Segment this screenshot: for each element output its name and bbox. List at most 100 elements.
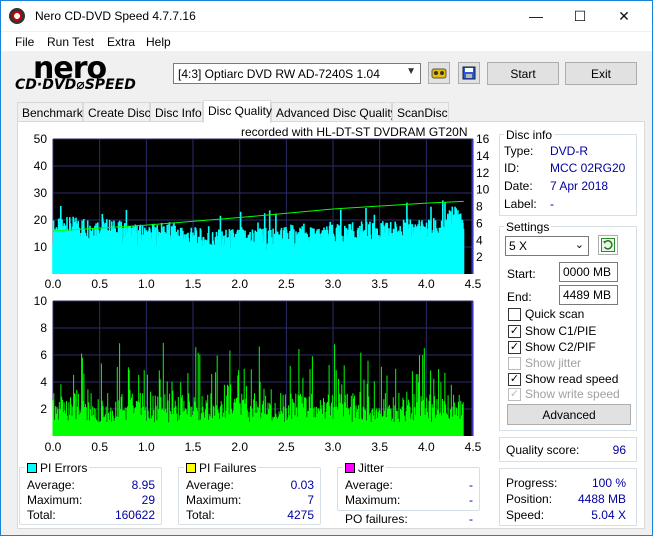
save-button[interactable] — [458, 62, 480, 84]
checkbox-box — [508, 307, 521, 321]
chart2-x-tick-label: 0.5 — [91, 440, 108, 454]
chart2-y-tick-label: 10 — [34, 294, 48, 308]
chart1-y-right-tick-label: 16 — [476, 132, 490, 146]
pi-failures-chart: 2 4 6 8 10 0.0 0.5 1.0 1.5 2.0 2.5 3.0 3.5 4.0 4.5 — [34, 294, 482, 454]
pi-errors-average-label: Average: — [27, 478, 75, 492]
start-mb-input[interactable]: 0000 MB — [559, 262, 618, 282]
menu-help[interactable]: Help — [146, 35, 171, 49]
eject-icon — [431, 68, 447, 79]
chart2-x-tick-label: 0.0 — [45, 440, 62, 454]
disc-date-value: 7 Apr 2018 — [550, 179, 609, 193]
chart1-x-tick-label: 0.5 — [91, 277, 108, 291]
chart1-x-tick-label: 1.0 — [138, 277, 155, 291]
chart2-y-tick-label: 2 — [40, 402, 47, 416]
drive-select[interactable]: [4:3] Optiarc DVD RW AD-7240S 1.04 ▼ — [173, 63, 421, 84]
show-c2-pif-checkbox[interactable]: ✓ Show C2/PIF — [508, 340, 596, 354]
pi-failures-legend: PI Failures — [184, 461, 259, 475]
disc-label-value: - — [550, 197, 554, 211]
chart1-x-tick-label: 0.0 — [45, 277, 62, 291]
pi-errors-maximum-value: 29 — [141, 493, 155, 507]
chart1-y-right-tick-label: 6 — [476, 216, 483, 230]
exit-button[interactable]: Exit — [565, 62, 637, 85]
chart1-y-right-tick-label: 10 — [476, 183, 490, 197]
disc-type-label: Type: — [504, 144, 534, 158]
menu-run-test[interactable]: Run Test — [47, 35, 94, 49]
show-write-speed-label: Show write speed — [525, 387, 620, 401]
chart2-x-tick-label: 3.5 — [371, 440, 388, 454]
show-c1-pie-checkbox[interactable]: ✓ Show C1/PIE — [508, 324, 596, 338]
advanced-button[interactable]: Advanced — [507, 404, 631, 425]
chart1-x-tick-label: 4.5 — [465, 277, 482, 291]
check-icon: ✓ — [508, 387, 521, 401]
tab-disc-quality[interactable]: Disc Quality — [203, 100, 272, 123]
show-read-speed-checkbox[interactable]: ✓ Show read speed — [508, 372, 618, 386]
progress-label: Progress: — [506, 476, 558, 490]
maximize-button[interactable]: ☐ — [557, 1, 603, 31]
chart1-y-right-tick-label: 2 — [476, 250, 483, 264]
jitter-maximum-label: Maximum: — [345, 493, 401, 507]
speed-select-value: 5 X — [509, 239, 528, 253]
chart1-x-tick-label: 3.0 — [325, 277, 342, 291]
check-icon: ✓ — [508, 372, 521, 386]
tab-create-disc[interactable]: Create Disc — [83, 102, 151, 122]
pi-errors-swatch — [27, 463, 37, 473]
quality-score-value: 96 — [612, 443, 626, 457]
pi-errors-chart: 10 20 30 40 50 2 4 6 8 10 12 14 16 0.0 0.5 1.0 1.5 2.0 2.5… — [34, 132, 490, 291]
pi-errors-legend: PI Errors — [25, 461, 90, 475]
show-jitter-label: Show jitter — [525, 356, 582, 370]
chart1-y-right-tick-label: 12 — [476, 166, 490, 180]
pi-failures-total-value: 4275 — [287, 508, 314, 522]
start-button[interactable]: Start — [487, 62, 559, 85]
chart1-y-right-tick-label: 8 — [476, 200, 483, 214]
chart2-y-tick-label: 8 — [40, 321, 47, 335]
pi-errors-title: PI Errors — [40, 461, 88, 475]
end-mb-input[interactable]: 4489 MB — [559, 285, 618, 305]
chart2-y-tick-label: 4 — [40, 375, 47, 389]
disc-date-label: Date: — [504, 179, 533, 193]
menu-extra[interactable]: Extra — [107, 35, 135, 49]
speed-select[interactable]: 5 X ⌄ — [505, 236, 589, 256]
save-icon — [462, 66, 476, 80]
disc-type-value: DVD-R — [550, 144, 588, 158]
chart1-y-left-tick-label: 50 — [34, 132, 48, 146]
chart2-x-tick-label: 1.0 — [138, 440, 155, 454]
window-title: Nero CD-DVD Speed 4.7.7.16 — [35, 9, 196, 23]
tab-scandisc[interactable]: ScanDisc — [392, 102, 449, 122]
tab-advanced-disc-quality[interactable]: Advanced Disc Quality — [271, 102, 397, 122]
check-icon: ✓ — [508, 324, 521, 338]
chart2-x-tick-label: 3.0 — [325, 440, 342, 454]
refresh-icon — [601, 238, 615, 252]
chart1-x-tick-label: 1.5 — [185, 277, 202, 291]
logo-product: CD·DVD⌀SPEED — [15, 77, 136, 93]
position-label: Position: — [506, 492, 553, 506]
jitter-swatch — [345, 463, 355, 473]
close-button[interactable]: ✕ — [601, 1, 647, 31]
start-label: Start: — [507, 267, 536, 281]
show-read-speed-label: Show read speed — [525, 372, 619, 386]
chevron-down-icon: ▼ — [406, 66, 416, 77]
speed-label: Speed: — [506, 508, 545, 522]
end-label: End: — [507, 290, 532, 304]
chart2-x-tick-label: 2.0 — [231, 440, 248, 454]
quick-scan-checkbox[interactable]: Quick scan — [508, 307, 584, 321]
jitter-maximum-value: - — [469, 493, 473, 507]
quick-scan-label: Quick scan — [525, 307, 585, 321]
chart2-x-tick-label: 4.0 — [418, 440, 435, 454]
menu-file[interactable]: File — [15, 35, 34, 49]
check-icon: ✓ — [508, 340, 521, 354]
tab-disc-info[interactable]: Disc Info — [150, 102, 203, 122]
chart2-x-tick-label: 1.5 — [185, 440, 202, 454]
eject-button[interactable] — [428, 62, 450, 84]
chart2-x-tick-label: 2.5 — [278, 440, 295, 454]
pi-failures-average-value: 0.03 — [290, 478, 314, 492]
minimize-button[interactable]: — — [513, 1, 559, 31]
tab-benchmark[interactable]: Benchmark — [17, 102, 83, 122]
refresh-speed-button[interactable] — [598, 235, 618, 255]
pi-failures-swatch — [186, 463, 196, 473]
chevron-down-icon: ⌄ — [574, 239, 584, 251]
chart1-y-right-tick-label: 4 — [476, 233, 483, 247]
chart1-y-left-tick-label: 40 — [34, 159, 48, 173]
disc-info-title: Disc info — [504, 128, 555, 142]
pi-errors-total-value: 160622 — [114, 508, 155, 522]
pi-errors-average-value: 8.95 — [131, 478, 155, 492]
